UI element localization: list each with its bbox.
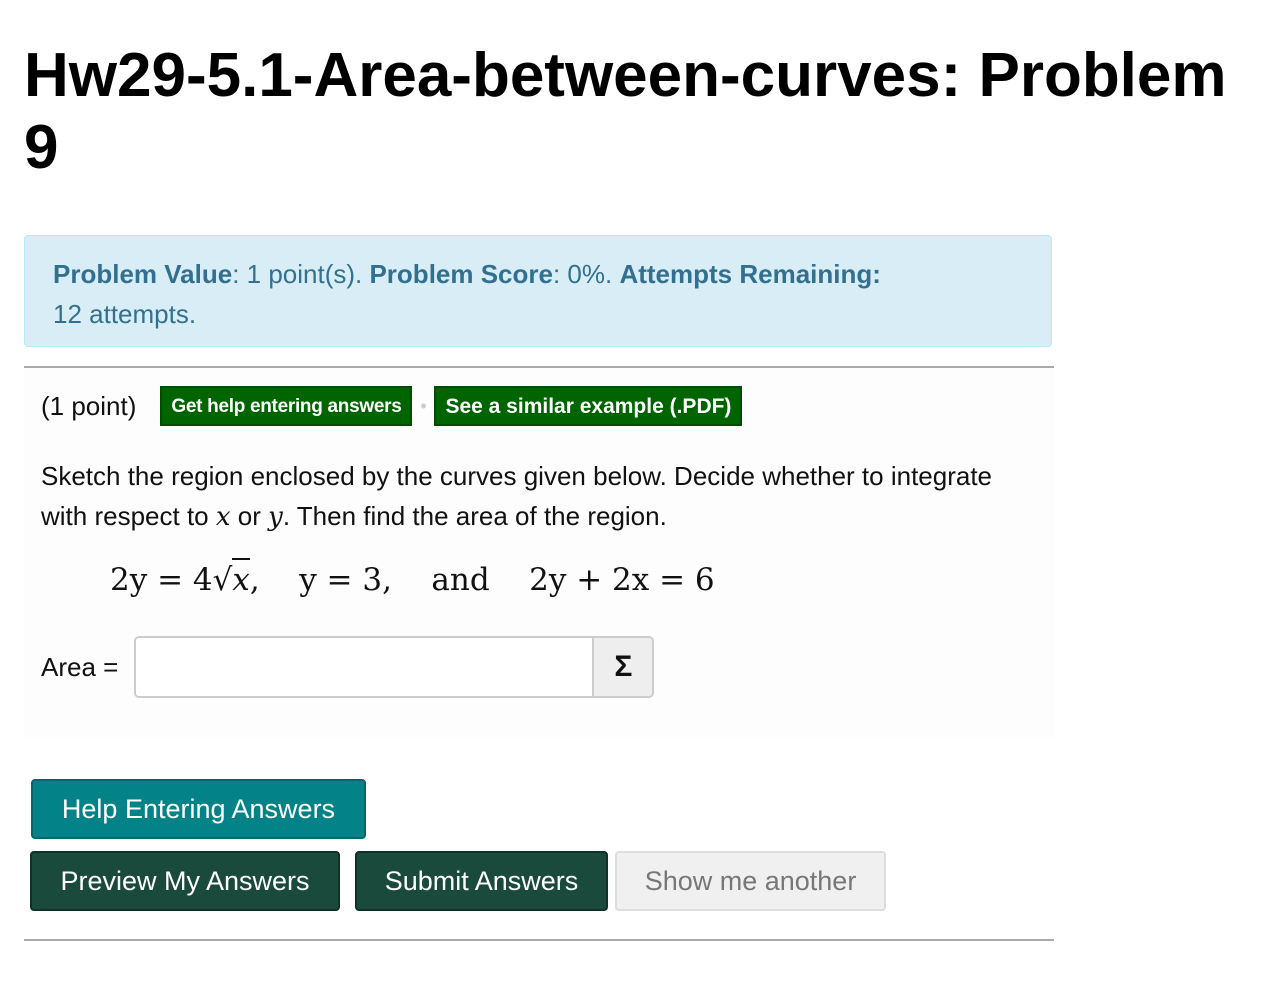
page-title: Hw29-5.1-Area-between-curves: Problem 9 [24,41,1227,182]
problem-info-box: Problem Value: 1 point(s). Problem Score… [24,235,1052,347]
attempts-remaining-text: 12 attempts. [53,299,197,329]
area-label: Area = [41,651,119,682]
area-answer-row: Area = Σ [41,636,655,698]
preview-answers-button[interactable]: Preview My Answers [30,851,340,911]
equation-and: and [431,562,490,598]
variable-y: y [268,502,283,532]
problem-points: (1 point) [41,390,137,421]
equation-1-radicand: x [232,558,250,598]
similar-example-pdf-link[interactable]: See a similar example (.PDF) [434,386,743,426]
show-another-button[interactable]: Show me another [615,851,886,911]
statement-or: or [230,501,269,531]
problem-statement: Sketch the region enclosed by the curves… [41,456,1001,537]
area-input-group: Σ [134,636,655,698]
problem-score-text: : 0%. [552,259,620,289]
sqrt-symbol: √ [212,562,233,598]
page: Hw29-5.1-Area-between-curves: Problem 9 … [0,0,1282,985]
equation-editor-sigma-icon[interactable]: Σ [592,638,653,696]
bottom-divider [24,939,1054,941]
variable-x: x [215,502,231,532]
submit-answers-button[interactable]: Submit Answers [355,851,608,911]
equation-1-tail: , [249,562,260,598]
problem-header-row: (1 point) Get help entering answers • Se… [41,386,743,426]
curve-equations: 2y = 4√x, y = 3, and 2y + 2x = 6 [110,558,715,598]
equation-1-lhs: 2y = 4 [110,562,213,598]
equation-3: 2y + 2x = 6 [529,562,715,598]
area-answer-input[interactable] [136,638,593,696]
equation-2: y = 3, [299,562,392,598]
help-entering-answers-button[interactable]: Help Entering Answers [31,779,366,839]
attempts-remaining-label: Attempts Remaining: [619,259,881,289]
problem-score-label: Problem Score [369,259,553,289]
problem-value-text: : 1 point(s). [232,259,370,289]
problem-value-label: Problem Value [53,259,233,289]
link-separator: • [420,395,427,416]
problem-body: (1 point) Get help entering answers • Se… [24,366,1054,738]
help-entering-answers-link[interactable]: Get help entering answers [160,386,413,426]
statement-part-2: . Then find the area of the region. [282,501,667,531]
